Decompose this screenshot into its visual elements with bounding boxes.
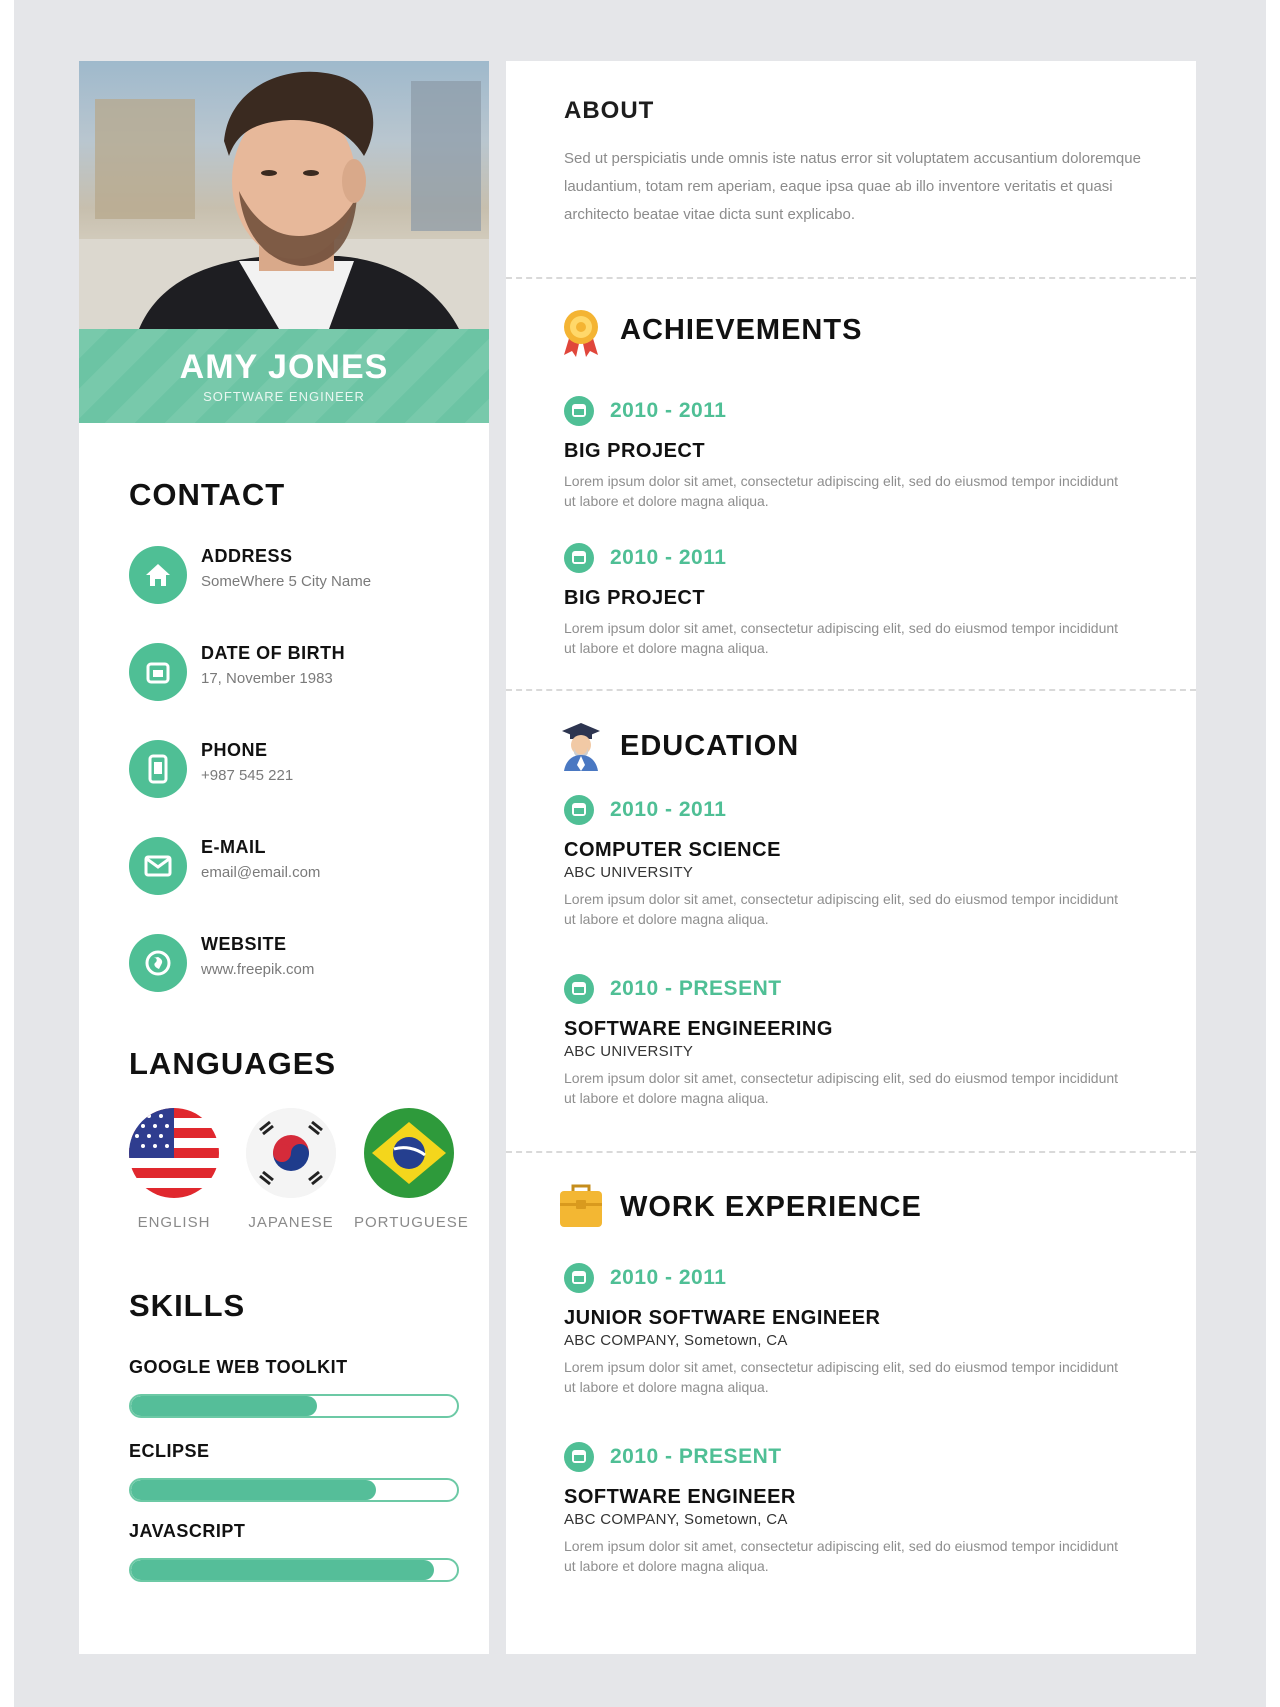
award-medal-icon — [564, 310, 598, 357]
entry-description: Lorem ipsum dolor sit amet, consectetur … — [564, 1359, 1119, 1395]
skill-progress-bar — [129, 1478, 459, 1502]
work-entry: 2010 - PRESENT SOFTWARE ENGINEER ABC COM… — [564, 1442, 1144, 1576]
about-heading: ABOUT — [564, 97, 655, 124]
language-name: JAPANESE — [248, 1214, 334, 1231]
entry-company: ABC COMPANY, Sometown, CA — [564, 1511, 788, 1528]
entry-institution: ABC UNIVERSITY — [564, 1043, 694, 1060]
about-text: Sed ut perspiciatis unde omnis iste natu… — [564, 150, 1141, 223]
briefcase-icon — [560, 1184, 602, 1227]
education-entry: 2010 - 2011 COMPUTER SCIENCE ABC UNIVERS… — [564, 795, 1144, 929]
skill-progress-bar — [129, 1558, 459, 1582]
resume-sidebar: AMY JONES SOFTWARE ENGINEER CONTACT ADDR… — [79, 61, 489, 1654]
skill-name: ECLIPSE — [129, 1441, 210, 1461]
entry-title: SOFTWARE ENGINEERING — [564, 1018, 833, 1040]
page-edge-right — [1266, 0, 1280, 1707]
education-heading: EDUCATION — [620, 730, 800, 762]
language-japanese: JAPANESE — [236, 1108, 346, 1231]
contact-email: E-MAIL email@email.com — [129, 837, 459, 907]
phone-icon — [129, 740, 187, 798]
resume-main: ABOUT Sed ut perspiciatis unde omnis ist… — [506, 61, 1196, 1654]
skill-progress-fill — [131, 1480, 376, 1500]
language-name: PORTUGUESE — [354, 1214, 469, 1231]
email-value: email@email.com — [201, 864, 321, 881]
calendar-icon — [564, 543, 594, 573]
phone-value: +987 545 221 — [201, 767, 294, 784]
person-portrait — [139, 71, 459, 329]
entry-description: Lorem ipsum dolor sit amet, consectetur … — [564, 1070, 1119, 1106]
phone-label: PHONE — [201, 740, 268, 760]
globe-icon — [129, 934, 187, 992]
address-value: SomeWhere 5 City Name — [201, 573, 372, 590]
achievement-entry: 2010 - 2011 BIG PROJECT Lorem ipsum dolo… — [564, 396, 1144, 511]
entry-date: 2010 - 2011 — [610, 546, 727, 569]
contact-heading: CONTACT — [129, 477, 286, 512]
skill-progress-fill — [131, 1560, 435, 1580]
person-role: SOFTWARE ENGINEER — [203, 389, 365, 404]
entry-title: COMPUTER SCIENCE — [564, 839, 781, 861]
entry-company: ABC COMPANY, Sometown, CA — [564, 1332, 788, 1349]
calendar-icon — [129, 643, 187, 701]
calendar-icon — [564, 795, 594, 825]
korea-flag-icon — [246, 1108, 336, 1198]
section-divider — [506, 277, 1196, 279]
entry-date: 2010 - 2011 — [610, 1266, 727, 1289]
website-value: www.freepik.com — [201, 961, 315, 978]
mail-icon — [129, 837, 187, 895]
section-divider — [506, 1151, 1196, 1153]
entry-description: Lorem ipsum dolor sit amet, consectetur … — [564, 620, 1119, 656]
contact-phone: PHONE +987 545 221 — [129, 740, 459, 810]
section-divider — [506, 689, 1196, 691]
contact-birthdate: DATE OF BIRTH 17, November 1983 — [129, 643, 459, 713]
skill-item: ECLIPSE — [129, 1441, 459, 1502]
skill-name: JAVASCRIPT — [129, 1521, 246, 1541]
skill-item: GOOGLE WEB TOOLKIT — [129, 1357, 459, 1418]
entry-description: Lorem ipsum dolor sit amet, consectetur … — [564, 1538, 1119, 1574]
work-entry: 2010 - 2011 JUNIOR SOFTWARE ENGINEER ABC… — [564, 1263, 1144, 1397]
entry-date: 2010 - 2011 — [610, 798, 727, 821]
graduate-icon — [562, 723, 600, 771]
calendar-icon — [564, 974, 594, 1004]
languages-heading: LANGUAGES — [129, 1046, 337, 1081]
email-label: E-MAIL — [201, 837, 266, 857]
name-band: AMY JONES SOFTWARE ENGINEER — [79, 329, 489, 423]
calendar-icon — [564, 396, 594, 426]
website-label: WEBSITE — [201, 934, 287, 954]
contact-website: WEBSITE www.freepik.com — [129, 934, 459, 1004]
achievement-entry: 2010 - 2011 BIG PROJECT Lorem ipsum dolo… — [564, 543, 1144, 658]
skill-item: JAVASCRIPT — [129, 1521, 459, 1582]
skill-progress-bar — [129, 1394, 459, 1418]
skill-progress-fill — [131, 1396, 317, 1416]
page-edge-left — [0, 0, 14, 1707]
skills-heading: SKILLS — [129, 1288, 246, 1323]
language-portuguese: PORTUGUESE — [354, 1108, 469, 1231]
contact-address: ADDRESS SomeWhere 5 City Name — [129, 546, 459, 616]
entry-title: BIG PROJECT — [564, 440, 706, 462]
entry-title: JUNIOR SOFTWARE ENGINEER — [564, 1307, 881, 1329]
birthdate-label: DATE OF BIRTH — [201, 643, 346, 663]
language-name: ENGLISH — [137, 1214, 211, 1231]
skill-name: GOOGLE WEB TOOLKIT — [129, 1357, 348, 1377]
achievements-heading: ACHIEVEMENTS — [620, 314, 863, 346]
calendar-icon — [564, 1442, 594, 1472]
us-flag-icon — [129, 1108, 219, 1198]
person-name: AMY JONES — [179, 348, 389, 386]
entry-title: SOFTWARE ENGINEER — [564, 1486, 796, 1508]
education-entry: 2010 - PRESENT SOFTWARE ENGINEERING ABC … — [564, 974, 1144, 1108]
entry-date: 2010 - PRESENT — [610, 977, 782, 1000]
brazil-flag-icon — [364, 1108, 454, 1198]
entry-title: BIG PROJECT — [564, 587, 706, 609]
birthdate-value: 17, November 1983 — [201, 670, 333, 687]
calendar-icon — [564, 1263, 594, 1293]
entry-date: 2010 - 2011 — [610, 399, 727, 422]
entry-description: Lorem ipsum dolor sit amet, consectetur … — [564, 891, 1119, 927]
entry-date: 2010 - PRESENT — [610, 1445, 782, 1468]
entry-description: Lorem ipsum dolor sit amet, consectetur … — [564, 473, 1119, 509]
home-icon — [129, 546, 187, 604]
entry-institution: ABC UNIVERSITY — [564, 864, 694, 881]
address-label: ADDRESS — [201, 546, 293, 566]
language-english: ENGLISH — [119, 1108, 229, 1231]
profile-photo — [79, 61, 489, 329]
work-experience-heading: WORK EXPERIENCE — [620, 1191, 922, 1223]
